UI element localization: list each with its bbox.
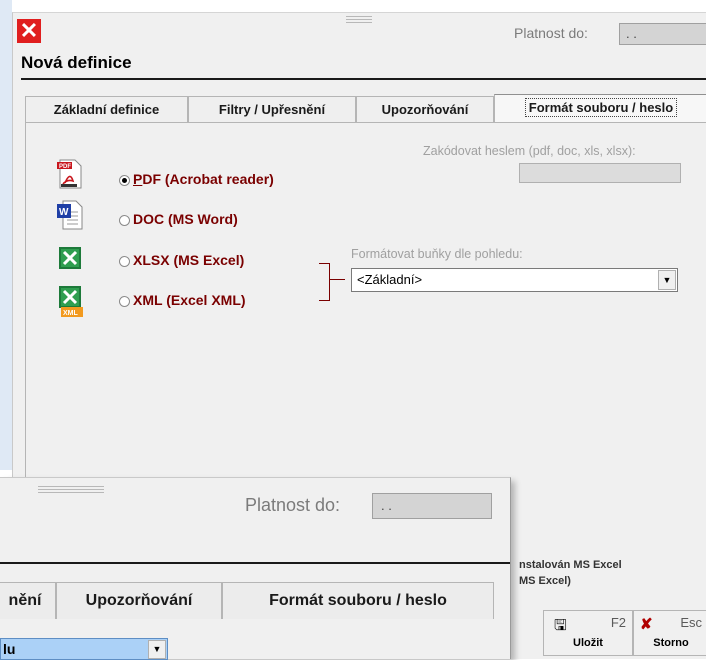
tab-panel-border-left — [25, 122, 26, 492]
close-icon[interactable]: ✕ — [17, 19, 41, 43]
save-label: Uložit — [573, 637, 603, 649]
save-shortcut: F2 — [610, 615, 626, 630]
format-bracket-connector — [329, 279, 345, 280]
tab-file-format-password[interactable]: Formát souboru / heslo — [222, 582, 494, 619]
option-text: DF (Acrobat reader) — [142, 171, 274, 187]
select-value: lu — [3, 641, 16, 657]
validity-date-field[interactable]: . . — [619, 23, 706, 45]
chevron-down-icon[interactable]: ▼ — [148, 640, 166, 659]
tab-label: Upozorňování — [381, 102, 469, 117]
svg-text:XML: XML — [63, 310, 79, 317]
tab-label: Základní definice — [53, 102, 160, 117]
title-divider — [0, 562, 510, 564]
pdf-icon: PDF — [57, 159, 82, 189]
tab-notifications[interactable]: Upozorňování — [56, 582, 222, 619]
tab-label: Filtry / Upřesnění — [218, 102, 326, 117]
tab-label: Upozorňování — [85, 592, 193, 609]
chevron-down-icon[interactable]: ▼ — [658, 270, 676, 290]
validity-label: Platnost do: — [514, 25, 588, 41]
tab-label: Formát souboru / heslo — [269, 592, 447, 609]
save-button[interactable]: 🖫 F2 Uložit — [543, 610, 633, 656]
word-doc-icon: W — [57, 200, 83, 230]
validity-label: Platnost do: — [245, 495, 341, 515]
tab-panel-border — [25, 122, 706, 123]
tab-basic-definition[interactable]: Základní definice — [25, 96, 188, 123]
doc-radio[interactable] — [119, 215, 130, 226]
page-title: Nová definice — [21, 53, 132, 72]
password-field[interactable] — [519, 163, 681, 183]
cancel-icon: ✘ — [640, 616, 653, 633]
excel-xlsx-icon — [59, 247, 81, 269]
format-bracket — [319, 263, 330, 301]
excel-note-line1: nstalován MS Excel — [519, 559, 622, 571]
tab-label: Formát souboru / heslo — [524, 98, 678, 117]
tab-filters[interactable]: nění — [0, 582, 56, 619]
xml-radio[interactable] — [119, 296, 130, 307]
excel-note-line2: MS Excel) — [519, 575, 571, 587]
excel-xml-icon: XML — [59, 286, 83, 317]
cancel-label: Storno — [653, 637, 689, 649]
svg-text:W: W — [59, 207, 69, 218]
cell-format-select[interactable]: <Základní> ▼ — [351, 268, 678, 292]
svg-text:PDF: PDF — [59, 164, 71, 170]
doc-option-label[interactable]: DOC (MS Word) — [133, 211, 238, 227]
xml-option-label[interactable]: XML (Excel XML) — [133, 292, 246, 308]
xlsx-option-label[interactable]: XLSX (MS Excel) — [133, 252, 244, 268]
pdf-option-label[interactable]: PDF (Acrobat reader) — [133, 171, 274, 187]
access-key: P — [133, 171, 143, 187]
window-drag-handle[interactable] — [346, 16, 372, 24]
cell-format-hint: Formátovat buňky dle pohledu: — [351, 247, 523, 261]
xlsx-radio[interactable] — [119, 256, 130, 267]
tab-label: nění — [8, 592, 42, 609]
title-divider — [21, 78, 706, 80]
duplicate-definition-window: Platnost do: . . nění Upozorňování Formá… — [0, 477, 511, 660]
tab-notifications[interactable]: Upozorňování — [356, 96, 494, 123]
validity-date-field[interactable]: . . — [372, 493, 492, 519]
tab-file-format-password[interactable]: Formát souboru / heslo — [494, 94, 706, 123]
tab-filters[interactable]: Filtry / Upřesnění — [188, 96, 356, 123]
cell-format-select[interactable]: lu ▼ — [0, 638, 168, 660]
pdf-radio[interactable] — [119, 175, 130, 186]
window-drag-handle[interactable] — [38, 486, 104, 494]
cell-format-value: <Základní> — [357, 272, 423, 287]
cancel-shortcut: Esc — [680, 615, 702, 630]
cancel-button[interactable]: ✘ Esc Storno — [633, 610, 706, 656]
password-hint: Zakódovat heslem (pdf, doc, xls, xlsx): — [423, 144, 636, 158]
